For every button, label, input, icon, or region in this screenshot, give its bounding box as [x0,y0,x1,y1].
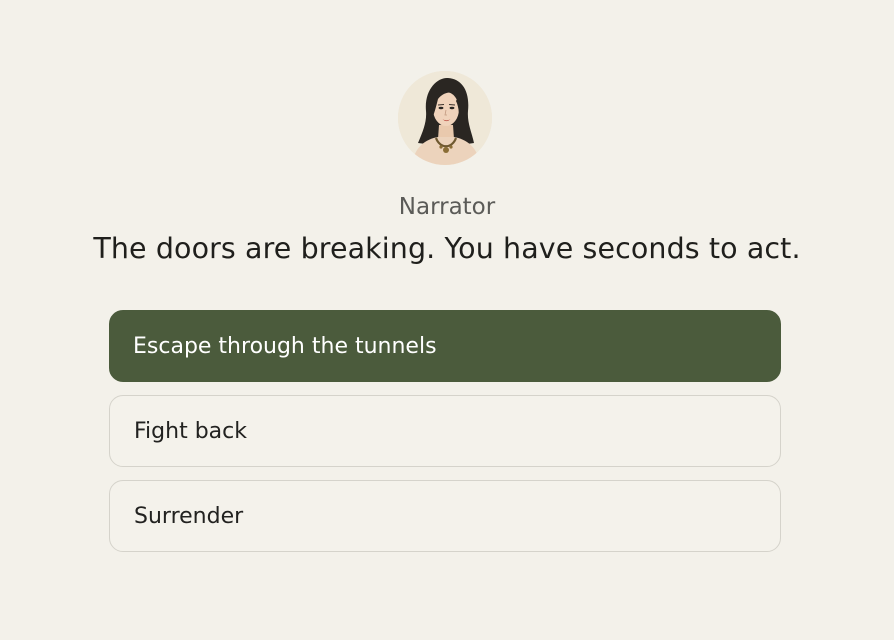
choice-list: Escape through the tunnels Fight back Su… [109,310,781,565]
choice-label: Surrender [134,503,244,529]
choice-label: Escape through the tunnels [133,333,437,359]
speaker-name: Narrator [398,194,496,220]
narrator-avatar [398,71,492,165]
dialogue-text: The doors are breaking. You have seconds… [93,232,801,265]
choice-surrender-button[interactable]: Surrender [109,480,781,552]
dialogue-screen: Narrator The doors are breaking. You hav… [0,0,894,640]
choice-escape-tunnels-button[interactable]: Escape through the tunnels [109,310,781,382]
narrator-portrait-icon [398,71,492,165]
choice-label: Fight back [134,418,247,444]
choice-fight-back-button[interactable]: Fight back [109,395,781,467]
